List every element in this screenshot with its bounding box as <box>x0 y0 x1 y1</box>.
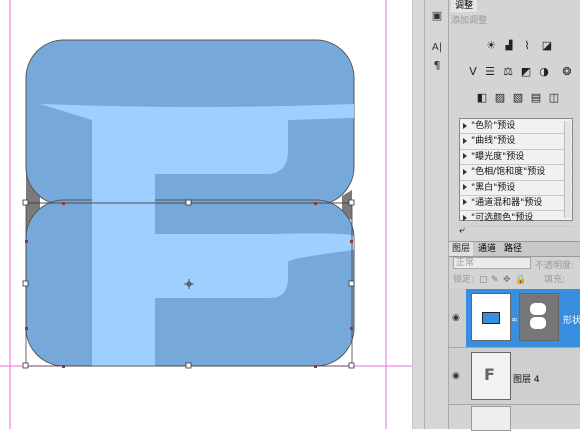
opacity-label: 不透明度: <box>535 261 575 271</box>
presets-scrollbar[interactable] <box>564 121 571 218</box>
adjustment-icons-row-3: ◧ ▨ ▧ ▤ ◫ <box>449 90 580 110</box>
f-logo-icon: F <box>484 365 495 384</box>
photo-filter-icon[interactable]: ◑ <box>536 64 552 80</box>
preset-item[interactable]: "通道混和器"预设 <box>460 196 572 212</box>
threshold-icon[interactable]: ▧ <box>510 90 526 106</box>
brightness-icon[interactable]: ☀ <box>483 38 499 54</box>
lock-transparent-icon[interactable]: ▢ <box>479 273 488 287</box>
adjustment-icons-row-1: ☀ ▟ ⌇ ◪ <box>449 38 580 58</box>
layers-tab-bar: 图层 通道 路径 <box>449 241 580 257</box>
paragraph-icon[interactable]: ¶ <box>429 58 445 74</box>
preset-item[interactable]: "黑白"预设 <box>460 181 572 196</box>
layer-thumbnail[interactable] <box>471 406 511 431</box>
document-canvas[interactable] <box>0 0 412 429</box>
posterize-icon[interactable]: ▨ <box>492 90 508 106</box>
layer-row-shape[interactable]: ◉ ∞ 形状 <box>449 289 580 348</box>
character-icon[interactable]: A| <box>429 40 445 56</box>
anchor-point[interactable] <box>62 202 65 205</box>
handle-middle-left[interactable] <box>22 280 29 287</box>
preset-item[interactable]: "色相/饱和度"预设 <box>460 165 572 181</box>
eye-icon[interactable]: ◉ <box>452 371 466 381</box>
preset-item[interactable]: "曝光度"预设 <box>460 150 572 166</box>
eye-icon[interactable]: ◉ <box>452 313 466 323</box>
lock-all-icon[interactable]: 🔒 <box>515 273 526 287</box>
tab-adjustments[interactable]: 调整 <box>451 0 478 12</box>
anchor-point[interactable] <box>62 365 65 368</box>
clipboard-icon[interactable]: ▣ <box>429 8 445 24</box>
adjustment-icons-row-2: V ☰ ⚖ ◩ ◑ ❂ <box>449 64 580 84</box>
layer-thumbnail[interactable]: F <box>471 352 511 400</box>
vibrance-icon[interactable]: V <box>465 64 481 80</box>
panel-icon-strip: ▣ A| ¶ <box>425 0 449 429</box>
gradient-map-icon[interactable]: ▤ <box>528 90 544 106</box>
tab-layers[interactable]: 图层 <box>449 242 474 256</box>
curves-icon[interactable]: ⌇ <box>519 38 535 54</box>
hue-saturation-icon[interactable]: ☰ <box>482 64 498 80</box>
return-icon[interactable]: ⤶ <box>459 225 465 236</box>
anchor-point[interactable] <box>25 327 28 330</box>
anchor-point[interactable] <box>25 240 28 243</box>
layer-name[interactable]: 形状 <box>563 313 580 326</box>
tab-channels[interactable]: 通道 <box>475 242 499 256</box>
exposure-icon[interactable]: ◪ <box>539 38 555 54</box>
right-panel: 调整 添加调整 ☀ ▟ ⌇ ◪ V ☰ ⚖ ◩ ◑ ❂ ◧ ▨ ▧ ▤ ◫ "色… <box>449 0 580 431</box>
selective-color-icon[interactable]: ◫ <box>546 90 562 106</box>
layer-color-thumbnail[interactable] <box>471 293 511 341</box>
adjustment-presets-list: "色阶"预设 "曲线"预设 "曝光度"预设 "色相/饱和度"预设 "黑白"预设 … <box>459 118 573 227</box>
preset-item[interactable]: "可选颜色"预设 <box>460 211 572 227</box>
anchor-point[interactable] <box>314 365 317 368</box>
channel-mixer-icon[interactable]: ❂ <box>559 64 575 80</box>
invert-icon[interactable]: ◧ <box>474 90 490 106</box>
layer-name[interactable]: 图层 4 <box>513 372 540 385</box>
link-icon: ∞ <box>511 315 518 324</box>
color-balance-icon[interactable]: ⚖ <box>500 64 516 80</box>
anchor-point[interactable] <box>314 202 317 205</box>
blend-mode-select[interactable]: 正常 <box>453 257 531 269</box>
adjustments-subtitle: 添加调整 <box>451 16 488 26</box>
anchor-point[interactable] <box>350 240 353 243</box>
lock-position-icon[interactable]: ✥ <box>503 273 511 287</box>
handle-top-right[interactable] <box>348 199 355 206</box>
layer-mask-thumbnail[interactable] <box>519 293 559 341</box>
preset-item[interactable]: "曲线"预设 <box>460 134 572 150</box>
lock-label: 锁定: <box>453 275 475 285</box>
handle-bottom-right[interactable] <box>348 362 355 369</box>
handle-top-center[interactable] <box>185 199 192 206</box>
panel-divider[interactable] <box>412 0 425 429</box>
handle-top-left[interactable] <box>22 199 29 206</box>
handle-bottom-left[interactable] <box>22 362 29 369</box>
layer-row-4[interactable]: ◉ F 图层 4 <box>449 348 580 405</box>
handle-middle-right[interactable] <box>348 280 355 287</box>
artwork <box>0 0 412 429</box>
levels-icon[interactable]: ▟ <box>501 38 517 54</box>
tab-paths[interactable]: 路径 <box>501 242 525 256</box>
lock-row: 锁定: ▢ ✎ ✥ 🔒 填充: <box>449 273 580 287</box>
handle-bottom-center[interactable] <box>185 362 192 369</box>
anchor-point[interactable] <box>350 327 353 330</box>
fill-label: 填充: <box>544 275 566 285</box>
lock-image-icon[interactable]: ✎ <box>491 273 499 287</box>
preset-item[interactable]: "色阶"预设 <box>460 119 572 135</box>
black-white-icon[interactable]: ◩ <box>518 64 534 80</box>
